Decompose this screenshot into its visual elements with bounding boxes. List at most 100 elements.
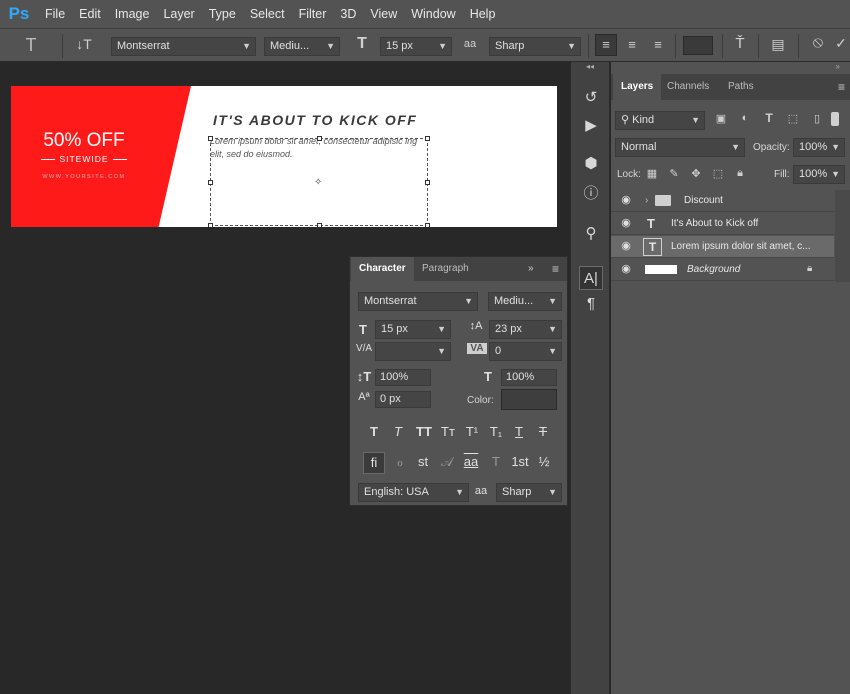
info-icon[interactable]: ⓘ — [579, 182, 603, 206]
menu-3d[interactable]: 3D — [333, 0, 363, 28]
visibility-eye-icon[interactable]: ◉ — [619, 239, 633, 253]
subscript-button[interactable]: T₁ — [486, 424, 506, 439]
character-panel-toggle-icon[interactable]: ▤ — [767, 36, 789, 53]
ordinals-button[interactable]: 1st — [508, 454, 532, 469]
tracking-field[interactable]: 0 ▼ — [489, 342, 562, 361]
layer-row-background[interactable]: ◉ Background 🔒︎ — [611, 259, 834, 281]
leading-field[interactable]: 23 px ▼ — [489, 320, 562, 339]
cancel-icon[interactable]: ⦸ — [807, 34, 829, 52]
tab-paragraph[interactable]: Paragraph — [414, 257, 477, 281]
horizontal-scale-field[interactable]: 100% — [501, 369, 557, 386]
commit-check-icon[interactable]: ✓ — [833, 35, 849, 52]
collapse-panel-icon[interactable]: » — [528, 263, 534, 274]
filter-type-icon[interactable]: T — [761, 111, 777, 125]
font-style-select[interactable]: Mediu... ▼ — [488, 292, 562, 311]
menu-type[interactable]: Type — [202, 0, 243, 28]
font-style-select[interactable]: Mediu... ▼ — [264, 37, 340, 56]
align-center-icon[interactable]: ≡ — [621, 34, 643, 56]
tab-character[interactable]: Character — [351, 257, 414, 281]
resize-handle[interactable] — [317, 136, 322, 141]
stylistic-alternates-button[interactable]: aa — [460, 454, 482, 469]
panel-menu-icon[interactable]: ≡ — [838, 80, 845, 94]
opacity-field[interactable]: 100% ▼ — [793, 138, 845, 157]
menu-window[interactable]: Window — [404, 0, 462, 28]
text-bounding-box[interactable]: ✧ — [208, 136, 430, 227]
actions-play-icon[interactable]: ▶ — [579, 114, 603, 138]
kerning-field[interactable]: ▼ — [375, 342, 451, 361]
filter-toggle[interactable] — [831, 112, 839, 126]
filter-smartobject-icon[interactable]: ▯ — [809, 112, 825, 125]
font-family-select[interactable]: Montserrat ▼ — [111, 37, 256, 56]
faux-italic-button[interactable]: T — [389, 424, 407, 439]
lock-artboard-icon[interactable]: ⬚ — [711, 167, 725, 180]
menu-image[interactable]: Image — [108, 0, 157, 28]
filter-pixel-icon[interactable]: ▣ — [713, 112, 729, 125]
warp-text-icon[interactable]: Ť — [729, 35, 751, 52]
discretionary-ligatures-button[interactable]: ℴ — [391, 454, 409, 470]
type-tool-icon[interactable]: T — [20, 35, 42, 56]
vertical-scale-field[interactable]: 100% — [375, 369, 431, 386]
chevron-right-icon[interactable]: › — [645, 195, 648, 206]
lock-transparent-icon[interactable]: ▦ — [645, 167, 659, 180]
small-caps-button[interactable]: Tт — [438, 424, 458, 439]
layer-row-headline[interactable]: ◉ T It's About to Kick off — [611, 213, 834, 235]
resize-handle[interactable] — [208, 136, 213, 141]
panel-menu-icon[interactable]: ≡ — [552, 262, 559, 276]
resize-handle[interactable] — [208, 180, 213, 185]
fractions-button[interactable]: ½ — [535, 454, 553, 469]
clone-source-icon[interactable]: ⚲ — [579, 222, 603, 246]
lock-image-icon[interactable]: ✎ — [667, 167, 681, 180]
antialias-select[interactable]: Sharp ▼ — [496, 483, 562, 502]
filter-shape-icon[interactable]: ⬚ — [785, 112, 801, 125]
align-left-icon[interactable]: ≡ — [595, 34, 617, 56]
visibility-eye-icon[interactable]: ◉ — [619, 216, 633, 230]
all-caps-button[interactable]: TT — [413, 424, 435, 439]
collapse-panel-icon[interactable]: » — [611, 62, 850, 72]
3d-cube-icon[interactable]: ⬢ — [579, 152, 603, 176]
tab-channels[interactable]: Channels — [659, 74, 717, 100]
menu-help[interactable]: Help — [463, 0, 503, 28]
menu-edit[interactable]: Edit — [72, 0, 108, 28]
language-select[interactable]: English: USA ▼ — [358, 483, 469, 502]
filter-adjustment-icon[interactable]: ◐ — [737, 112, 753, 124]
swash-button[interactable]: 𝒜 — [438, 454, 456, 470]
layer-row-lorem[interactable]: ◉ T Lorem ipsum dolor sit amet, c... — [611, 236, 834, 258]
menu-select[interactable]: Select — [243, 0, 292, 28]
toggle-text-orientation-icon[interactable]: ↓T — [72, 36, 96, 52]
blend-mode-select[interactable]: Normal ▼ — [615, 138, 745, 157]
tab-layers[interactable]: Layers — [613, 74, 662, 100]
lock-all-icon[interactable]: 🔒︎ — [733, 167, 747, 180]
underline-button[interactable]: T — [510, 424, 528, 439]
fill-field[interactable]: 100% ▼ — [793, 165, 845, 184]
lock-position-icon[interactable]: ✥ — [689, 167, 703, 180]
menu-layer[interactable]: Layer — [156, 0, 201, 28]
tab-paths[interactable]: Paths — [720, 74, 762, 100]
menu-filter[interactable]: Filter — [292, 0, 334, 28]
contextual-alternates-button[interactable]: st — [414, 454, 432, 469]
visibility-eye-icon[interactable]: ◉ — [619, 262, 633, 276]
layer-row-discount[interactable]: ◉ › Discount — [611, 190, 834, 212]
align-right-icon[interactable]: ≡ — [647, 34, 669, 56]
history-icon[interactable]: ↺ — [579, 86, 603, 110]
resize-handle[interactable] — [317, 223, 322, 227]
baseline-shift-field[interactable]: 0 px — [375, 391, 431, 408]
document-canvas[interactable]: 50% OFF SITEWIDE WWW.YOURSITE.COM IT'S A… — [11, 86, 557, 227]
layer-filter-select[interactable]: ⚲ Kind ▼ — [615, 111, 705, 130]
resize-handle[interactable] — [208, 223, 213, 227]
superscript-button[interactable]: T¹ — [462, 424, 482, 439]
character-panel-icon[interactable]: A| — [579, 266, 603, 290]
text-color-swatch[interactable] — [683, 36, 713, 55]
faux-bold-button[interactable]: T — [365, 424, 383, 439]
antialias-select[interactable]: Sharp ▼ — [489, 37, 581, 56]
ligatures-button[interactable]: fi — [363, 452, 385, 474]
resize-handle[interactable] — [425, 136, 430, 141]
resize-handle[interactable] — [425, 223, 430, 227]
font-size-field[interactable]: 15 px ▼ — [375, 320, 451, 339]
text-color-swatch[interactable] — [501, 389, 557, 410]
font-family-select[interactable]: Montserrat ▼ — [358, 292, 478, 311]
font-size-select[interactable]: 15 px ▼ — [380, 37, 452, 56]
menu-file[interactable]: File — [38, 0, 72, 28]
menu-view[interactable]: View — [363, 0, 404, 28]
visibility-eye-icon[interactable]: ◉ — [619, 193, 633, 207]
paragraph-icon[interactable]: ¶ — [579, 292, 603, 316]
